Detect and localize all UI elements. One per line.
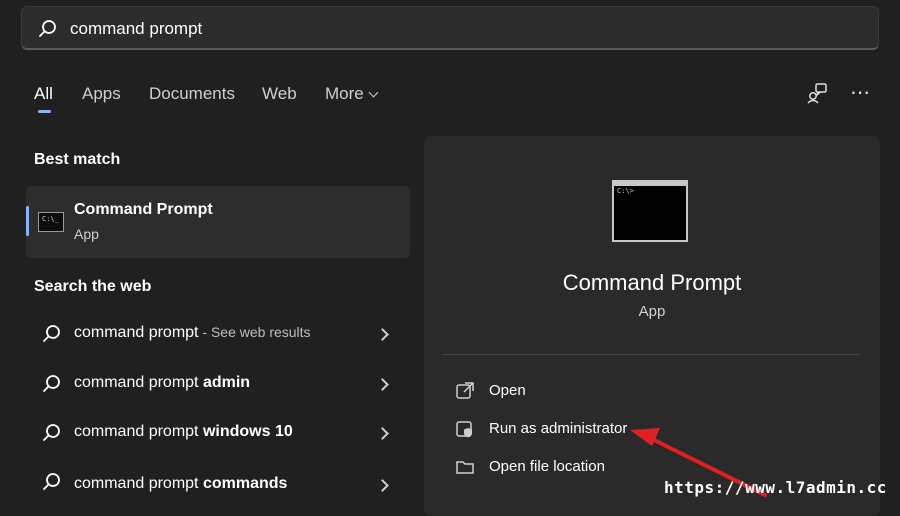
account-switch-icon[interactable] bbox=[806, 82, 828, 104]
web-result-item[interactable]: command prompt commands bbox=[26, 452, 410, 498]
search-icon bbox=[43, 375, 60, 392]
web-result-query: command prompt bbox=[74, 324, 199, 341]
shield-admin-icon bbox=[456, 421, 472, 438]
chevron-right-icon bbox=[376, 479, 389, 492]
best-match-type: App bbox=[74, 226, 99, 242]
search-box[interactable]: command prompt bbox=[21, 6, 879, 50]
details-app-name: Command Prompt bbox=[562, 270, 742, 295]
best-match-heading: Best match bbox=[34, 151, 121, 168]
web-result-query: command prompt bbox=[74, 423, 203, 440]
open-action-label: Open bbox=[489, 382, 526, 399]
web-result-emphasis: windows 10 bbox=[202, 423, 293, 440]
web-result-emphasis: commands bbox=[202, 475, 288, 492]
best-match-card[interactable] bbox=[26, 186, 410, 258]
search-input[interactable]: command prompt bbox=[70, 19, 202, 39]
active-tab-indicator bbox=[38, 110, 51, 113]
tab-web[interactable]: Web bbox=[262, 84, 297, 104]
watermark-text: https://www.l7admin.cc bbox=[664, 478, 887, 497]
search-icon bbox=[43, 424, 60, 441]
tab-more-label: More bbox=[325, 84, 364, 103]
open-external-icon bbox=[456, 382, 474, 399]
open-action[interactable]: Open bbox=[452, 373, 852, 409]
web-result-hint: - See web results bbox=[198, 324, 311, 340]
web-result-text: command prompt commands bbox=[74, 475, 287, 493]
search-icon bbox=[43, 325, 60, 342]
command-prompt-icon: C:\_ bbox=[38, 212, 64, 232]
best-match-name: Command Prompt bbox=[74, 201, 213, 218]
search-icon bbox=[39, 20, 56, 37]
chevron-right-icon bbox=[376, 427, 389, 440]
details-app-type: App bbox=[638, 303, 666, 320]
tab-apps[interactable]: Apps bbox=[82, 84, 121, 104]
tab-documents[interactable]: Documents bbox=[149, 84, 235, 104]
search-icon bbox=[43, 473, 60, 490]
details-divider bbox=[442, 354, 860, 355]
web-result-text: command prompt windows 10 bbox=[74, 423, 293, 441]
web-result-emphasis: admin bbox=[202, 374, 251, 391]
search-web-heading: Search the web bbox=[34, 278, 152, 295]
web-result-text: command prompt - See web results bbox=[74, 324, 311, 342]
command-prompt-icon: C:\> bbox=[612, 180, 688, 242]
open-file-location-label: Open file location bbox=[489, 458, 605, 475]
chevron-right-icon bbox=[376, 328, 389, 341]
folder-icon bbox=[456, 461, 474, 474]
more-options-icon[interactable]: ⋯ bbox=[850, 80, 870, 105]
tab-more[interactable]: More bbox=[325, 84, 379, 104]
web-result-query: command prompt bbox=[74, 475, 203, 492]
run-as-administrator-label: Run as administrator bbox=[489, 420, 628, 437]
tab-all[interactable]: All bbox=[34, 84, 53, 104]
chevron-down-icon bbox=[368, 87, 379, 98]
web-result-item[interactable]: command prompt windows 10 bbox=[26, 410, 410, 456]
web-result-item[interactable]: command prompt admin bbox=[26, 361, 410, 407]
web-result-text: command prompt admin bbox=[74, 374, 250, 392]
web-result-item[interactable]: command prompt - See web results bbox=[26, 311, 410, 357]
web-result-query: command prompt bbox=[74, 374, 203, 391]
selection-accent-bar bbox=[26, 206, 29, 236]
chevron-right-icon bbox=[376, 378, 389, 391]
